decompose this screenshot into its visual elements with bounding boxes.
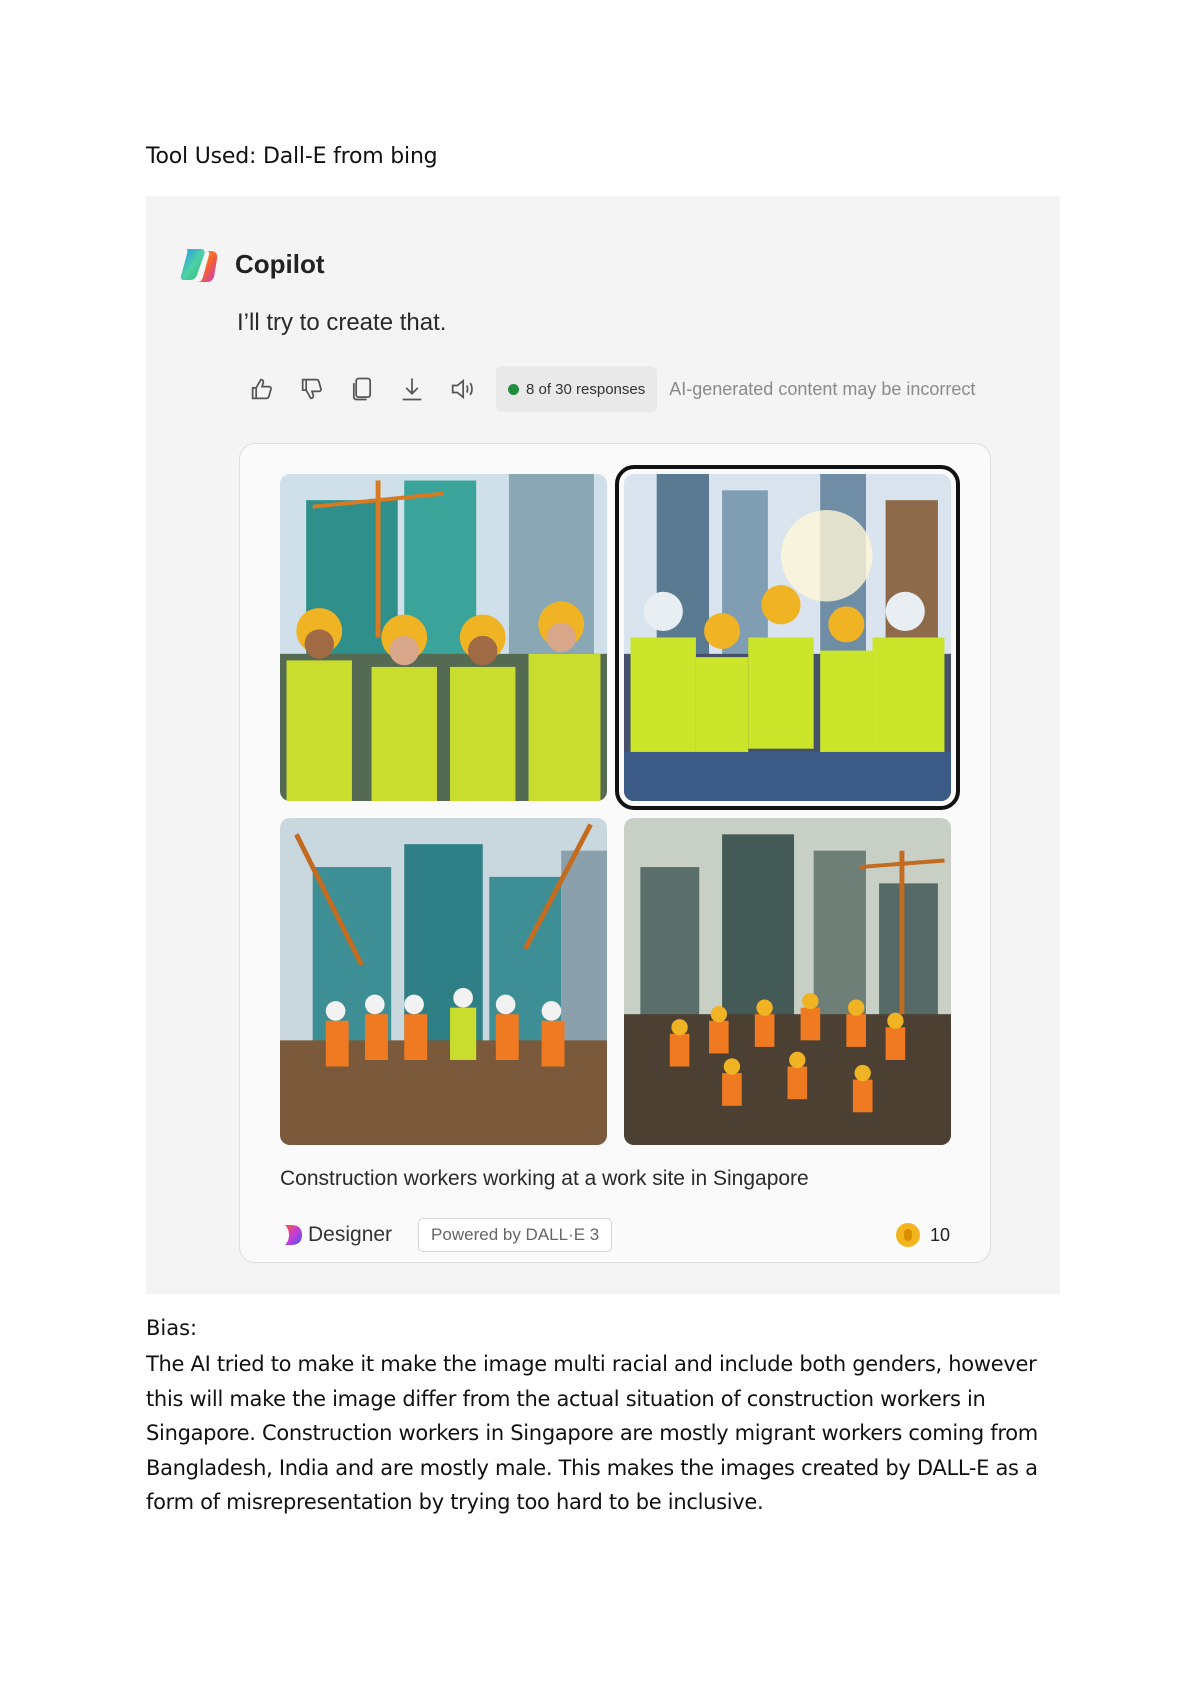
thumbs-up-icon[interactable] [246, 373, 278, 405]
boost-count: 10 [929, 1224, 950, 1245]
generated-image-2[interactable] [615, 465, 960, 810]
speaker-icon[interactable] [446, 373, 478, 405]
designer-label: Designer [308, 1223, 393, 1246]
responses-count: 8 of 30 responses [526, 380, 646, 398]
powered-by-badge: Powered by DALL·E 3 [418, 1218, 613, 1252]
copilot-logo-icon [180, 249, 217, 282]
copy-icon[interactable] [346, 373, 378, 405]
generated-image-1[interactable] [280, 474, 607, 801]
bias-paragraph: The AI tried to make it make the image m… [146, 1352, 1038, 1514]
bias-heading: Bias: [146, 1316, 198, 1340]
designer-link[interactable]: Designer [282, 1223, 392, 1247]
copilot-reply: I’ll try to create that. [237, 309, 447, 336]
status-dot [508, 383, 519, 395]
boost-counter: 10 [895, 1223, 950, 1247]
ai-disclaimer: AI-generated content may be incorrect [669, 378, 976, 399]
copilot-header: Copilot [179, 246, 325, 282]
copilot-screenshot: Copilot I’ll try to create that. 8 of 30… [146, 196, 1060, 1294]
copilot-name: Copilot [235, 248, 325, 279]
response-actions: 8 of 30 responses AI-generated content m… [246, 366, 975, 412]
image-result-card: Construction workers working at a work s… [239, 443, 991, 1263]
coin-icon [895, 1223, 920, 1247]
image-caption: Construction workers working at a work s… [280, 1167, 809, 1190]
designer-logo-icon [285, 1225, 302, 1245]
thumbs-down-icon[interactable] [296, 373, 328, 405]
download-icon[interactable] [396, 373, 428, 405]
responses-badge: 8 of 30 responses [496, 366, 658, 412]
document-title: Tool Used: Dall-E from bing [146, 144, 438, 169]
generated-image-4[interactable] [624, 818, 951, 1145]
generated-image-3[interactable] [280, 818, 607, 1145]
card-footer: Designer Powered by DALL·E 3 10 [282, 1217, 950, 1253]
